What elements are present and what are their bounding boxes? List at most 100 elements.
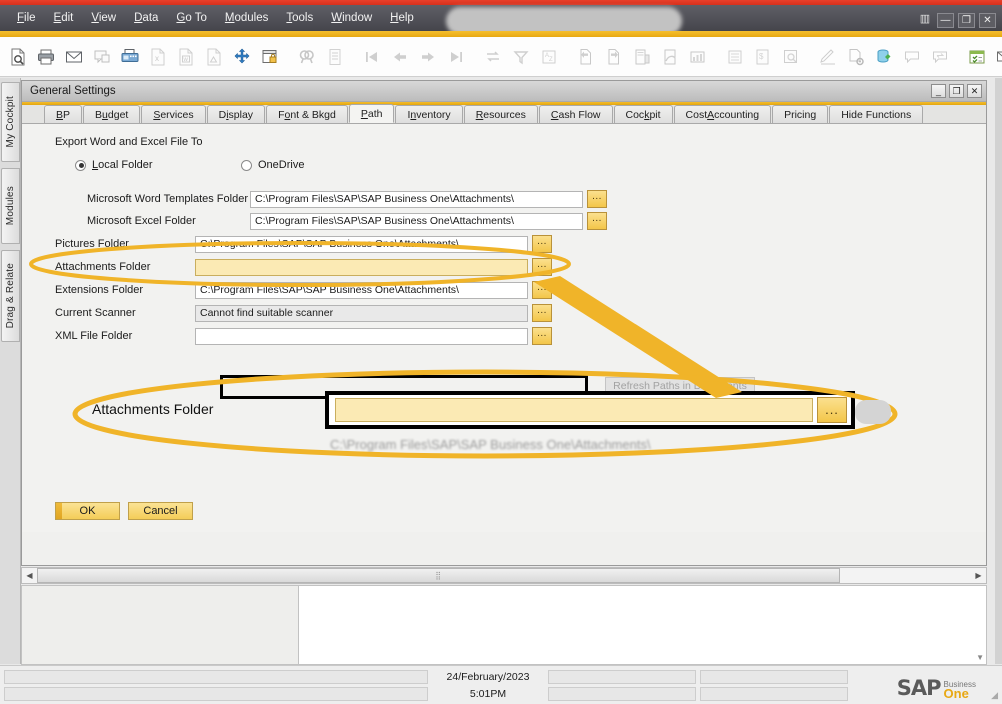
menu-item-modules[interactable]: Modules xyxy=(216,9,277,27)
tab-cash-flow[interactable]: Cash Flow xyxy=(538,105,613,123)
first-record-icon[interactable] xyxy=(358,42,386,72)
export-to-pdf-icon[interactable] xyxy=(200,42,228,72)
rail-tab-my-cockpit[interactable]: My Cockpit xyxy=(1,82,20,162)
previous-record-icon[interactable] xyxy=(386,42,414,72)
menu-item-view[interactable]: View xyxy=(82,9,125,27)
menu-item-file[interactable]: File xyxy=(8,9,45,27)
browse-button-word-templates-folder[interactable]: ... xyxy=(587,190,607,208)
input-xml-file-folder[interactable] xyxy=(195,327,528,345)
export-to-word-icon[interactable]: w xyxy=(172,42,200,72)
tab-inventory[interactable]: In ventory xyxy=(395,105,463,123)
form-minimize-button[interactable]: _ xyxy=(931,84,946,98)
input-excel-folder[interactable]: C:\Program Files\SAP\SAP Business One\At… xyxy=(250,212,583,230)
menu-item-data[interactable]: Data xyxy=(125,9,167,27)
browse-button-extensions-folder[interactable]: ... xyxy=(532,281,552,299)
close-button[interactable]: ✕ xyxy=(979,13,996,28)
input-current-scanner: Cannot find suitable scanner xyxy=(195,304,528,322)
tab-resources[interactable]: Resources xyxy=(463,105,538,123)
last-record-icon[interactable] xyxy=(442,42,470,72)
tab-services[interactable]: Services xyxy=(141,105,206,123)
email-icon[interactable] xyxy=(60,42,88,72)
input-pictures-folder[interactable]: C:\Program Files\SAP\SAP Business One\At… xyxy=(195,235,528,253)
window-resize-grip[interactable]: ◢ xyxy=(991,690,998,701)
message-icon[interactable] xyxy=(898,42,926,72)
rail-tab-drag-and-relate[interactable]: Drag & Relate xyxy=(1,250,20,342)
browse-button-xml-file-folder[interactable]: ... xyxy=(532,327,552,345)
tab-display[interactable]: Di splay xyxy=(206,105,266,123)
tab-cost-accounting[interactable]: Cost Accounting xyxy=(673,105,772,123)
add-record-icon[interactable] xyxy=(321,42,349,72)
calendar-icon[interactable] xyxy=(963,42,991,72)
restore-button[interactable]: ❐ xyxy=(958,13,975,28)
scrollbar-thumb[interactable]: ⣿ xyxy=(37,568,841,583)
send-message-icon[interactable] xyxy=(926,42,954,72)
document-settings-icon[interactable] xyxy=(842,42,870,72)
rail-tab-modules[interactable]: Modules xyxy=(1,168,20,244)
input-word-templates-folder[interactable]: C:\Program Files\SAP\SAP Business One\At… xyxy=(250,190,583,208)
radio-local-folder[interactable]: Local Folder xyxy=(75,159,153,171)
scroll-right-arrow[interactable]: ▶ xyxy=(971,568,986,583)
input-attachments-folder[interactable] xyxy=(195,258,528,276)
tab-font-bkgd[interactable]: Fo nt & Bkgd xyxy=(266,105,348,123)
find-icon[interactable] xyxy=(293,42,321,72)
next-record-icon[interactable] xyxy=(414,42,442,72)
report-icon[interactable] xyxy=(684,42,712,72)
browse-button-excel-folder[interactable]: ... xyxy=(587,212,607,230)
export-to-excel-icon[interactable]: x xyxy=(144,42,172,72)
copy-to-icon[interactable] xyxy=(600,42,628,72)
layout-grid-icon[interactable]: ▥ xyxy=(916,13,933,28)
gross-profit-icon[interactable] xyxy=(721,42,749,72)
status-company-field xyxy=(548,669,696,684)
menu-item-window[interactable]: Window xyxy=(322,9,381,27)
callout-browse-button[interactable]: ... xyxy=(817,397,847,423)
status-time: 5:01PM xyxy=(469,687,507,700)
print-preview-icon[interactable] xyxy=(4,42,32,72)
print-icon[interactable] xyxy=(32,42,60,72)
browse-button-attachments-folder[interactable]: ... xyxy=(532,258,552,276)
approval-icon[interactable] xyxy=(814,42,842,72)
filter-icon[interactable] xyxy=(507,42,535,72)
cancel-button[interactable]: Cancel xyxy=(128,502,193,520)
document-journal-icon[interactable]: $ xyxy=(749,42,777,72)
ok-button[interactable]: OK xyxy=(55,502,120,520)
rail-tab-label: Modules xyxy=(5,186,16,226)
panel-scroll-down-arrow[interactable]: ▼ xyxy=(976,653,984,662)
form-restore-button[interactable]: ❐ xyxy=(949,84,964,98)
radio-onedrive[interactable]: OneDrive xyxy=(241,159,304,171)
tab-path[interactable]: Path xyxy=(348,104,395,123)
tab-hide-functions[interactable]: Hide Functions xyxy=(829,105,924,123)
tab-cockpit[interactable]: Coc k pit xyxy=(613,105,673,123)
tab-budget[interactable]: Bu dget xyxy=(83,105,141,123)
minimize-button[interactable]: — xyxy=(937,13,954,28)
form-titlebar[interactable]: General Settings _ ❐ ✕ xyxy=(22,81,986,102)
browse-button-current-scanner[interactable]: ... xyxy=(532,304,552,322)
menu-item-edit[interactable]: Edit xyxy=(45,9,83,27)
fax-icon[interactable] xyxy=(116,42,144,72)
browse-button-pictures-folder[interactable]: ... xyxy=(532,235,552,253)
messages-alerts-icon[interactable]: S xyxy=(991,42,1002,72)
lock-screen-icon[interactable] xyxy=(256,42,284,72)
callout-attachments-folder-input[interactable] xyxy=(335,398,813,422)
data-source-icon[interactable] xyxy=(870,42,898,72)
bottom-left-panel[interactable] xyxy=(21,585,299,665)
refresh-icon[interactable] xyxy=(479,42,507,72)
scroll-left-arrow[interactable]: ◀ xyxy=(22,568,37,583)
cancel-document-icon[interactable] xyxy=(656,42,684,72)
tab-bp[interactable]: BP xyxy=(44,105,83,123)
input-extensions-folder[interactable]: C:\Program Files\SAP\SAP Business One\At… xyxy=(195,281,528,299)
horizontal-scrollbar[interactable]: ◀ ⣿ ▶ xyxy=(21,567,987,584)
bottom-right-panel[interactable]: ▼ xyxy=(299,585,987,665)
sort-icon[interactable]: AZ xyxy=(535,42,563,72)
launch-application-icon[interactable] xyxy=(228,42,256,72)
menu-item-goto[interactable]: Go To xyxy=(167,9,215,27)
tab-pricing[interactable]: Pricing xyxy=(772,105,829,123)
menu-item-tools[interactable]: Tools xyxy=(277,9,322,27)
sms-icon[interactable] xyxy=(88,42,116,72)
form-close-button[interactable]: ✕ xyxy=(967,84,982,98)
scrollbar-track[interactable]: ⣿ xyxy=(37,568,971,583)
transaction-journal-icon[interactable] xyxy=(777,42,805,72)
document-data-icon[interactable] xyxy=(628,42,656,72)
menu-item-help[interactable]: Help xyxy=(381,9,423,27)
rail-tab-label: Drag & Relate xyxy=(5,263,16,329)
copy-from-icon[interactable] xyxy=(572,42,600,72)
